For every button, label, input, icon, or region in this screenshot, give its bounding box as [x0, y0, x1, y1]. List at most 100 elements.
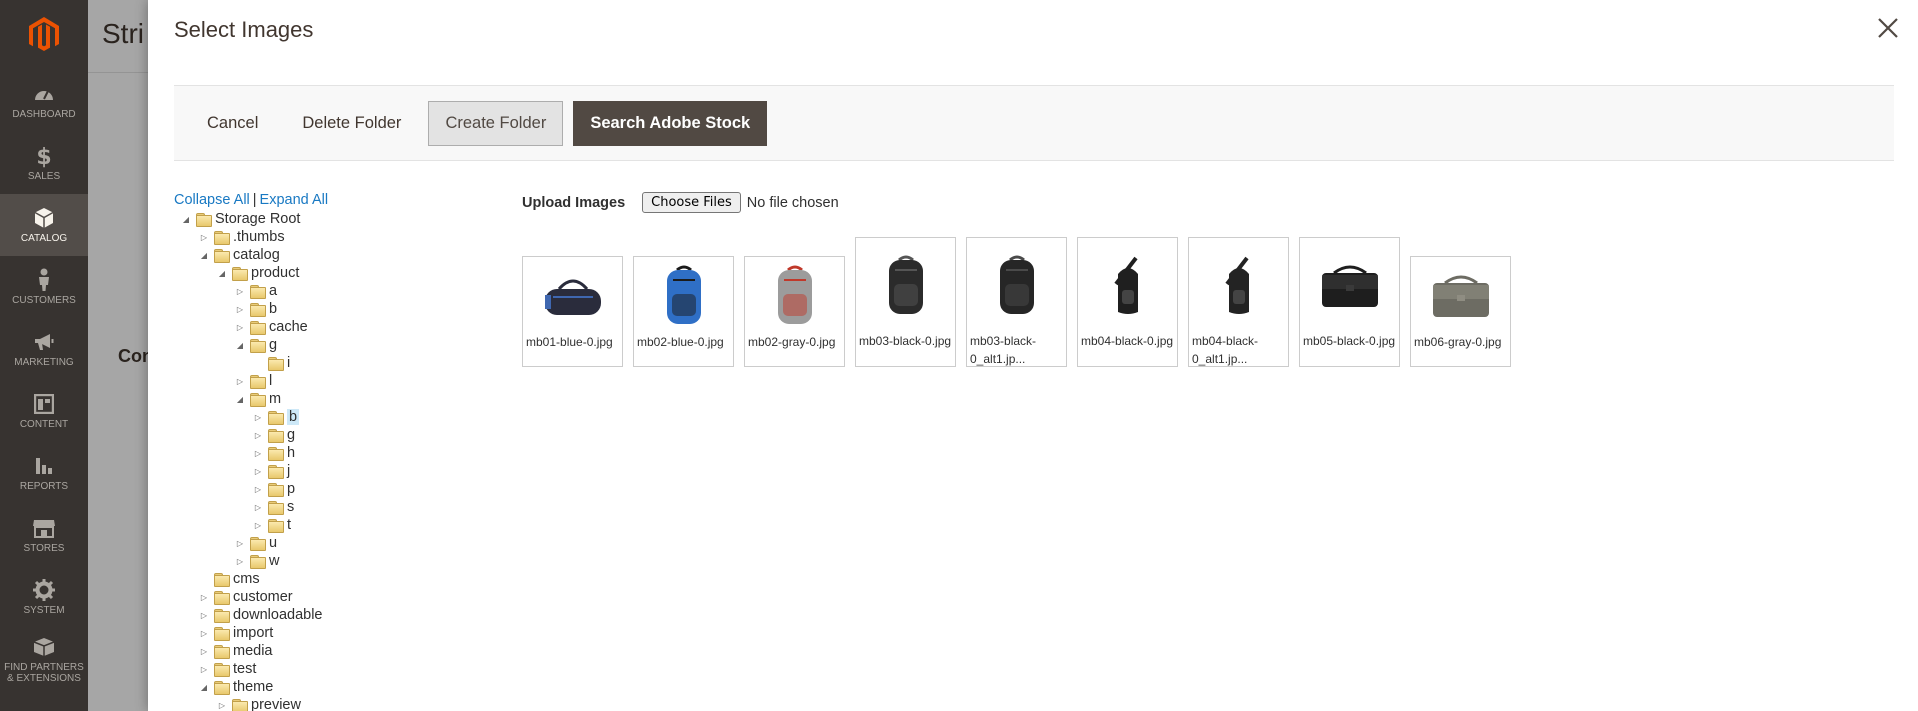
collapse-arrow-icon[interactable]: ◢ [234, 339, 246, 351]
expand-arrow-icon[interactable]: ▷ [234, 303, 246, 315]
expand-arrow-icon[interactable]: ▷ [234, 321, 246, 333]
sidebar-item-find[interactable]: FIND PARTNERS & EXTENSIONS [0, 628, 88, 690]
tree-node[interactable]: ▷ import [174, 624, 474, 642]
expand-arrow-icon[interactable]: ▷ [216, 699, 228, 711]
tree-node[interactable]: ▷ .thumbs [174, 228, 474, 246]
expand-arrow-icon[interactable]: ▷ [252, 429, 264, 441]
expand-arrow-icon[interactable]: ▷ [198, 609, 210, 621]
tree-node[interactable]: ▷ t [174, 516, 474, 534]
tree-node-label[interactable]: cache [269, 319, 308, 335]
expand-arrow-icon[interactable]: ▷ [234, 375, 246, 387]
image-thumbnail[interactable]: mb05-black-0.jpg [1299, 237, 1400, 367]
delete-folder-button[interactable]: Delete Folder [285, 101, 418, 146]
tree-node-label[interactable]: theme [233, 679, 273, 695]
tree-node-label[interactable]: b [269, 301, 277, 317]
tree-node[interactable]: ◢ Storage Root [174, 210, 474, 228]
tree-node[interactable]: ▷ a [174, 282, 474, 300]
tree-node[interactable]: ▷ w [174, 552, 474, 570]
tree-node-label[interactable]: Storage Root [215, 211, 300, 227]
tree-node-label[interactable]: test [233, 661, 256, 677]
expand-arrow-icon[interactable]: ▷ [252, 483, 264, 495]
choose-files-button[interactable]: Choose Files [642, 192, 741, 213]
expand-arrow-icon[interactable]: ▷ [198, 231, 210, 243]
tree-node[interactable]: ◢ g [174, 336, 474, 354]
sidebar-item-dashboard[interactable]: DASHBOARD [0, 70, 88, 132]
sidebar-item-stores[interactable]: STORES [0, 504, 88, 566]
tree-node-label[interactable]: s [287, 499, 294, 515]
collapse-all-link[interactable]: Collapse All [174, 192, 250, 208]
tree-node-label[interactable]: t [287, 517, 291, 533]
tree-node[interactable]: ◢ theme [174, 678, 474, 696]
image-thumbnail[interactable]: mb04-black-0_alt1.jp... [1188, 237, 1289, 367]
expand-arrow-icon[interactable]: ▷ [234, 537, 246, 549]
tree-node[interactable]: ▷ u [174, 534, 474, 552]
tree-node[interactable]: cms [174, 570, 474, 588]
collapse-arrow-icon[interactable]: ◢ [198, 249, 210, 261]
tree-node-label[interactable]: b [287, 409, 300, 425]
expand-arrow-icon[interactable]: ▷ [234, 555, 246, 567]
search-adobe-stock-button[interactable]: Search Adobe Stock [573, 100, 768, 146]
tree-node[interactable]: ◢ product [174, 264, 474, 282]
collapse-arrow-icon[interactable]: ◢ [180, 213, 192, 225]
expand-arrow-icon[interactable]: ▷ [252, 411, 264, 423]
tree-node[interactable]: ▷ l [174, 372, 474, 390]
image-thumbnail[interactable]: mb02-gray-0.jpg [744, 256, 845, 367]
expand-arrow-icon[interactable]: ▷ [252, 447, 264, 459]
tree-node[interactable]: ▷ s [174, 498, 474, 516]
sidebar-item-reports[interactable]: REPORTS [0, 442, 88, 504]
tree-node[interactable]: ▷ h [174, 444, 474, 462]
tree-node-label[interactable]: media [233, 643, 273, 659]
tree-node[interactable]: ▷ preview [174, 696, 474, 711]
tree-node-label[interactable]: .thumbs [233, 229, 285, 245]
expand-arrow-icon[interactable]: ▷ [198, 627, 210, 639]
sidebar-item-catalog[interactable]: CATALOG [0, 194, 88, 256]
magento-logo[interactable] [0, 0, 88, 70]
expand-arrow-icon[interactable]: ▷ [252, 519, 264, 531]
tree-node-label[interactable]: p [287, 481, 295, 497]
tree-node[interactable]: ▷ customer [174, 588, 474, 606]
image-thumbnail[interactable]: mb03-black-0_alt1.jp... [966, 237, 1067, 367]
tree-node[interactable]: ▷ g [174, 426, 474, 444]
expand-all-link[interactable]: Expand All [260, 192, 329, 208]
tree-node-label[interactable]: preview [251, 697, 301, 711]
collapse-arrow-icon[interactable]: ◢ [216, 267, 228, 279]
sidebar-item-customers[interactable]: CUSTOMERS [0, 256, 88, 318]
tree-node[interactable]: ▷ downloadable [174, 606, 474, 624]
tree-node-label[interactable]: downloadable [233, 607, 323, 623]
close-button[interactable] [1874, 14, 1902, 42]
image-thumbnail[interactable]: mb06-gray-0.jpg [1410, 256, 1511, 367]
image-thumbnail[interactable]: mb04-black-0.jpg [1077, 237, 1178, 367]
sidebar-item-marketing[interactable]: MARKETING [0, 318, 88, 380]
image-thumbnail[interactable]: mb02-blue-0.jpg [633, 256, 734, 367]
tree-node-label[interactable]: i [287, 355, 290, 371]
sidebar-item-sales[interactable]: $ SALES [0, 132, 88, 194]
tree-node-label[interactable]: import [233, 625, 273, 641]
cancel-button[interactable]: Cancel [190, 101, 275, 146]
tree-node[interactable]: ▷ b [174, 408, 474, 426]
sidebar-item-content[interactable]: CONTENT [0, 380, 88, 442]
tree-node-label[interactable]: l [269, 373, 272, 389]
tree-node[interactable]: ▷ b [174, 300, 474, 318]
tree-node[interactable]: ▷ test [174, 660, 474, 678]
tree-node-label[interactable]: product [251, 265, 299, 281]
expand-arrow-icon[interactable]: ▷ [234, 285, 246, 297]
tree-node[interactable]: ◢ catalog [174, 246, 474, 264]
collapse-arrow-icon[interactable]: ◢ [234, 393, 246, 405]
tree-node[interactable]: ▷ cache [174, 318, 474, 336]
tree-node[interactable]: ▷ media [174, 642, 474, 660]
tree-node-label[interactable]: w [269, 553, 279, 569]
tree-node-label[interactable]: u [269, 535, 277, 551]
tree-node[interactable]: i [174, 354, 474, 372]
tree-node-label[interactable]: g [287, 427, 295, 443]
tree-node-label[interactable]: j [287, 463, 290, 479]
tree-node[interactable]: ◢ m [174, 390, 474, 408]
collapse-arrow-icon[interactable]: ◢ [198, 681, 210, 693]
sidebar-item-system[interactable]: SYSTEM [0, 566, 88, 628]
tree-node[interactable]: ▷ p [174, 480, 474, 498]
expand-arrow-icon[interactable]: ▷ [252, 465, 264, 477]
image-thumbnail[interactable]: mb03-black-0.jpg [855, 237, 956, 367]
tree-node-label[interactable]: customer [233, 589, 293, 605]
expand-arrow-icon[interactable]: ▷ [198, 591, 210, 603]
tree-node-label[interactable]: h [287, 445, 295, 461]
tree-node-label[interactable]: a [269, 283, 277, 299]
